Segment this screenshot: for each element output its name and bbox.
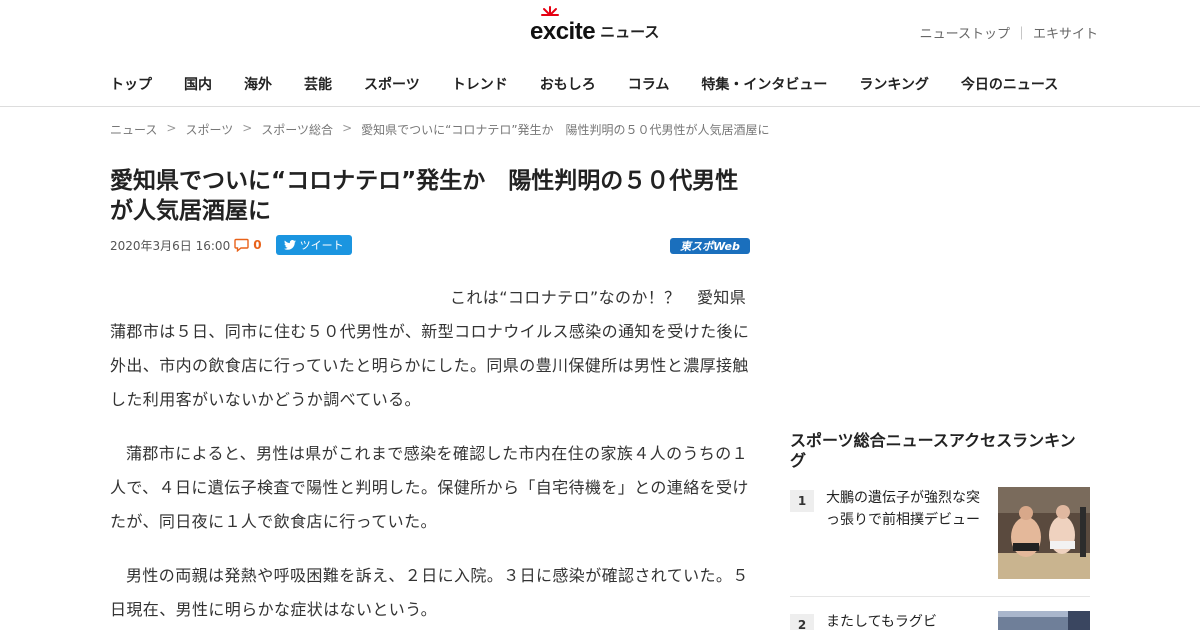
site-header: excite ニュース ニューストップ ｜ エキサイト トップ 国内 海外 芸能… bbox=[0, 0, 1200, 107]
breadcrumb-sports-general[interactable]: スポーツ総合 bbox=[261, 121, 333, 138]
article-date: 2020年3月6日 16:00 bbox=[110, 238, 231, 253]
nav-domestic[interactable]: 国内 bbox=[184, 74, 212, 98]
article-paragraph: 男性の両親は発熱や呼吸困難を訴え、２日に入院。３日に感染が確認されていた。５日現… bbox=[110, 566, 749, 619]
rank-number: 2 bbox=[790, 614, 814, 630]
rank-title: またしてもラグビ bbox=[826, 614, 937, 630]
article-paragraph: 蒲郡市によると、男性は県がこれまで感染を確認した市内在住の家族４人のうちの１人で… bbox=[110, 444, 749, 531]
breadcrumb-news[interactable]: ニュース bbox=[110, 121, 157, 138]
nav-features[interactable]: 特集・インタビュー bbox=[701, 74, 827, 98]
logo-news-label: ニュース bbox=[600, 23, 660, 41]
logo-burst-icon bbox=[541, 6, 559, 16]
top-link-excite[interactable]: エキサイト bbox=[1033, 23, 1098, 42]
breadcrumb: ニュース > スポーツ > スポーツ総合 > 愛知県でついに“コロナテロ”発生か… bbox=[110, 121, 770, 138]
ranking-title: スポーツ総合ニュースアクセスランキング bbox=[790, 431, 1076, 470]
rugby-photo-image bbox=[998, 611, 1090, 630]
comment-icon bbox=[234, 238, 249, 252]
nav-column[interactable]: コラム bbox=[628, 74, 670, 98]
rank-number: 1 bbox=[790, 490, 814, 512]
nav-ranking[interactable]: ランキング bbox=[859, 74, 929, 98]
nav-overseas[interactable]: 海外 bbox=[244, 74, 272, 98]
source-label: 東スポWeb bbox=[680, 240, 740, 253]
breadcrumb-separator: > bbox=[166, 121, 177, 135]
logo-wordmark: excite bbox=[530, 6, 596, 46]
ranking-item[interactable]: 2 またしてもラグビ bbox=[790, 611, 1090, 630]
breadcrumb-separator: > bbox=[242, 121, 253, 135]
nav-sports[interactable]: スポーツ bbox=[364, 74, 420, 98]
main-nav: トップ 国内 海外 芸能 スポーツ トレンド おもしろ コラム 特集・インタビュ… bbox=[110, 74, 1058, 98]
tweet-label: ツイート bbox=[299, 240, 344, 252]
top-link-news-top[interactable]: ニューストップ bbox=[920, 23, 1010, 42]
nav-today[interactable]: 今日のニュース bbox=[961, 74, 1058, 98]
ranking-item[interactable]: 1 大鵬の遺伝子が強烈な突っ張りで前相撲デビュー bbox=[790, 487, 1090, 579]
nav-top[interactable]: トップ bbox=[110, 74, 152, 98]
breadcrumb-sports[interactable]: スポーツ bbox=[185, 121, 233, 138]
article-meta: 2020年3月6日 16:00 0 ツイート bbox=[110, 235, 352, 255]
comment-link[interactable]: 0 bbox=[234, 238, 262, 252]
breadcrumb-current: 愛知県でついに“コロナテロ”発生か 陽性判明の５０代男性が人気居酒屋に bbox=[361, 123, 770, 137]
article-body: これは“コロナテロ”なのか！？ 愛知県蒲郡市は５日、同市に住む５０代男性が、新型… bbox=[110, 281, 750, 630]
excite-news-logo[interactable]: excite ニュース bbox=[530, 6, 660, 46]
tosupo-web-logo[interactable]: 東スポWeb bbox=[670, 238, 750, 254]
rugby-thumbnail[interactable] bbox=[998, 611, 1090, 630]
article-title: 愛知県でついに“コロナテロ”発生か 陽性判明の５０代男性が人気居酒屋に bbox=[110, 168, 739, 224]
top-links: ニューストップ ｜ エキサイト bbox=[920, 23, 1098, 42]
sumo-photo-image bbox=[998, 487, 1090, 579]
twitter-bird-icon bbox=[283, 240, 296, 250]
comment-count: 0 bbox=[253, 238, 262, 252]
breadcrumb-separator: > bbox=[342, 121, 353, 135]
nav-entertainment[interactable]: 芸能 bbox=[304, 74, 332, 98]
rank-title: 大鵬の遺伝子が強烈な突っ張りで前相撲デビュー bbox=[826, 490, 980, 528]
ranking-divider bbox=[790, 596, 1090, 597]
tweet-button[interactable]: ツイート bbox=[275, 235, 352, 255]
nav-trend[interactable]: トレンド bbox=[452, 74, 508, 98]
article-paragraph: これは“コロナテロ”なのか！？ 愛知県蒲郡市は５日、同市に住む５０代男性が、新型… bbox=[110, 288, 750, 409]
sumo-thumbnail[interactable] bbox=[998, 487, 1090, 579]
top-links-separator: ｜ bbox=[1014, 27, 1028, 42]
nav-omoshiro[interactable]: おもしろ bbox=[540, 74, 596, 98]
